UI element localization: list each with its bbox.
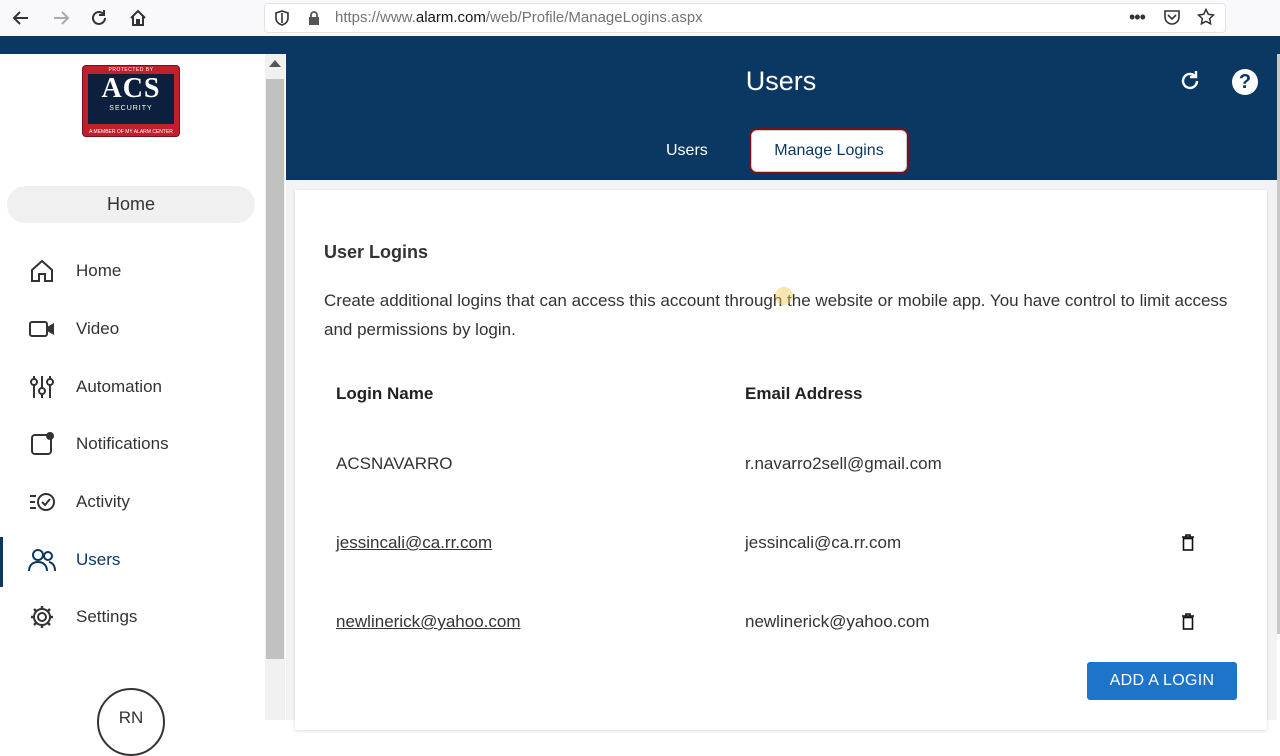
login-name-cell: ACSNAVARRO (336, 454, 453, 473)
url-scheme: https://www. (335, 9, 416, 26)
back-button[interactable] (6, 3, 36, 33)
scroll-up-icon[interactable] (269, 60, 281, 67)
forward-button[interactable] (46, 3, 76, 33)
pocket-icon[interactable] (1163, 8, 1181, 26)
sidebar-scrollbar[interactable] (265, 54, 285, 720)
top-strip (0, 36, 1280, 54)
sidebar-item-label: Settings (76, 607, 138, 626)
mouse-cursor-highlight (775, 287, 793, 305)
avatar[interactable]: RN (97, 688, 165, 756)
page-header: Users Users Manage Logins ? (286, 54, 1280, 180)
page-title: Users (745, 66, 817, 96)
card-title: User Logins (324, 242, 429, 262)
sliders-icon (28, 373, 56, 401)
logo-main-text: ACS (101, 73, 161, 104)
sidebar-item-activity[interactable]: Activity (0, 479, 265, 525)
email-cell: r.navarro2sell@gmail.com (745, 454, 942, 473)
url-text: https://www.alarm.com/web/Profile/Manage… (335, 9, 703, 26)
acs-security-logo[interactable]: PROTECTED BY ACS SECURITY A MEMBER OF MY… (82, 65, 180, 137)
sidebar-item-label: Notifications (76, 434, 169, 453)
notification-icon (28, 430, 56, 458)
users-icon (28, 546, 56, 574)
bookmark-star-icon[interactable] (1197, 8, 1215, 26)
tab-manage-logins[interactable]: Manage Logins (751, 130, 907, 172)
login-name-link[interactable]: jessincali@ca.rr.com (336, 533, 492, 553)
logo-bottom-text: A MEMBER OF MY ALARM CENTER (89, 129, 173, 135)
sidebar-item-users[interactable]: Users (0, 537, 265, 583)
tab-users[interactable]: Users (666, 142, 708, 160)
activity-icon (28, 488, 56, 516)
sidebar-item-label: Users (76, 550, 121, 569)
sidebar-item-video[interactable]: Video (0, 306, 265, 352)
sidebar-item-settings[interactable]: Settings (0, 594, 265, 640)
home-page-button[interactable] (123, 3, 153, 33)
column-header-email: Email Address (745, 384, 863, 403)
url-host: alarm.com (415, 9, 486, 26)
scroll-thumb[interactable] (266, 79, 284, 659)
trash-icon[interactable] (1181, 613, 1195, 630)
home-icon (28, 257, 56, 285)
logo-badge: ACS SECURITY (88, 74, 174, 124)
video-icon (28, 315, 56, 343)
sidebar-item-home[interactable]: Home (0, 248, 265, 294)
browser-toolbar: https://www.alarm.com/web/Profile/Manage… (0, 0, 1280, 37)
sidebar-item-notifications[interactable]: Notifications (0, 421, 265, 467)
url-path: /web/Profile/ManageLogins.aspx (485, 9, 703, 26)
user-logins-card: User Logins Create additional logins tha… (295, 190, 1267, 730)
sidebar-item-label: Video (76, 319, 120, 338)
browser-home-icon (130, 9, 146, 26)
logo-sub-text: SECURITY (109, 105, 153, 112)
refresh-icon[interactable] (1178, 69, 1202, 93)
add-login-button[interactable]: ADD A LOGIN (1087, 662, 1237, 700)
reload-button[interactable] (84, 3, 114, 33)
email-cell: jessincali@ca.rr.com (745, 533, 902, 552)
sidebar-item-label: Home (76, 261, 122, 280)
gear-icon (28, 603, 56, 631)
login-name-link[interactable]: newlinerick@yahoo.com (336, 612, 521, 632)
reload-icon (92, 10, 106, 25)
column-header-login-name: Login Name (336, 384, 434, 403)
padlock-icon[interactable] (307, 10, 321, 26)
email-cell: newlinerick@yahoo.com (745, 612, 930, 631)
sidebar-item-label: Automation (76, 377, 162, 396)
address-bar[interactable]: https://www.alarm.com/web/Profile/Manage… (264, 3, 1226, 33)
trash-icon[interactable] (1181, 534, 1195, 551)
help-icon[interactable]: ? (1232, 69, 1258, 95)
home-pill-button[interactable]: Home (7, 186, 255, 223)
sidebar-item-automation[interactable]: Automation (0, 364, 265, 410)
sidebar-item-label: Activity (76, 492, 130, 511)
tracking-shield-icon[interactable] (275, 10, 289, 26)
page-actions-icon[interactable]: ••• (1129, 7, 1146, 28)
back-arrow-icon (12, 11, 28, 25)
forward-arrow-icon (54, 11, 70, 25)
